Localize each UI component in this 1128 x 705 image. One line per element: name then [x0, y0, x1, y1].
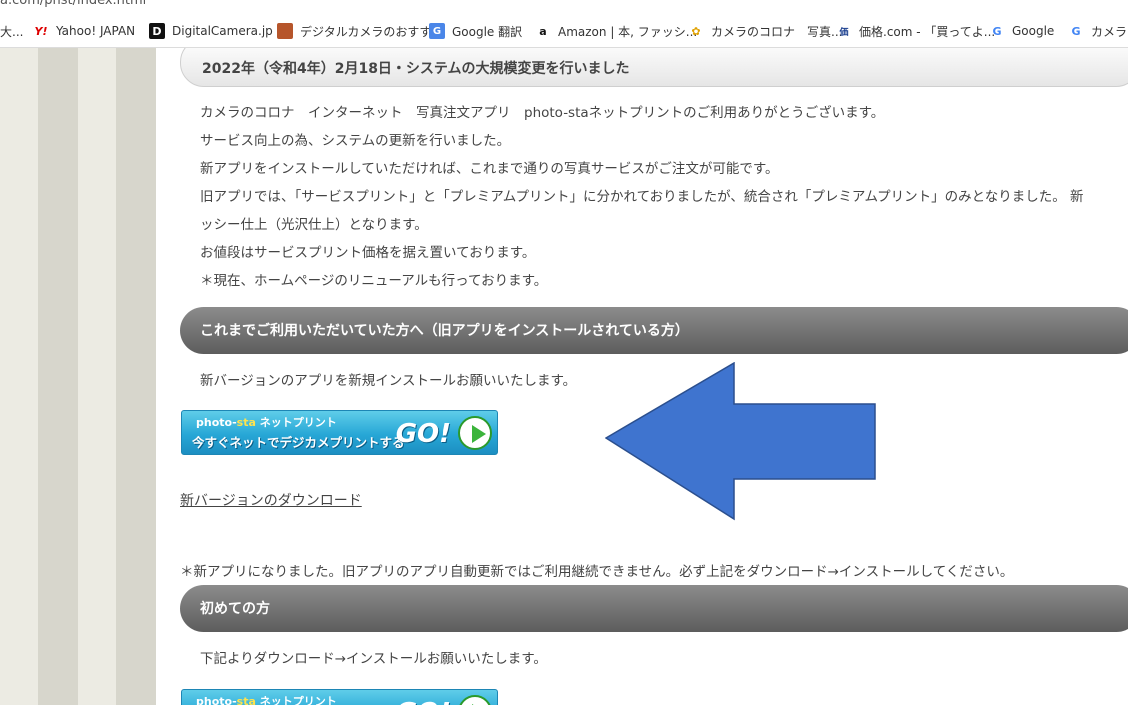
left-arrow-annotation-icon: [605, 362, 876, 521]
section-heading-update: 2022年（令和4年）2月18日・システムの大規模変更を行いました: [180, 48, 1128, 87]
intro-line: カメラのコロナ インターネット 写真注文アプリ photo-staネットプリント…: [200, 105, 885, 121]
intro-line: ッシー仕上（光沢仕上）となります。: [200, 217, 428, 233]
bookmark-camera-corona[interactable]: ✿ カメラのコロナ 写真...: [688, 22, 842, 40]
bookmark-label: DigitalCamera.jp: [172, 24, 273, 38]
bookmark-google-translate[interactable]: G Google 翻訳: [429, 22, 522, 40]
heading-text: これまでご利用いただいていた方へ（旧アプリをインストールされている方）: [200, 323, 689, 339]
bookmark-label: カメラの: [1091, 24, 1128, 39]
bookmark-label: デジタルカメラのおすす...: [300, 24, 443, 39]
intro-line: お値段はサービスプリント価格を据え置いております。: [200, 245, 536, 261]
play-icon: [458, 416, 492, 450]
intro-line: ＊現在、ホームページのリニューアルも行っております。: [200, 273, 548, 289]
bookmark-amazon[interactable]: a Amazon | 本, ファッシ...: [535, 22, 697, 40]
section-heading-existing-users: これまでご利用いただいていた方へ（旧アプリをインストールされている方）: [180, 307, 1128, 354]
google-translate-icon: G: [429, 23, 445, 39]
kakaku-icon: 価: [839, 27, 849, 38]
google-icon: G: [992, 24, 1002, 38]
intro-line: サービス向上の為、システムの更新を行いました。: [200, 133, 511, 149]
section-heading-new-users: 初めての方: [180, 585, 1128, 632]
intro-line: 新アプリをインストールしていただければ、これまで通りの写真サービスがご注文が可能…: [200, 161, 779, 177]
banner-go-text: GO!: [396, 698, 451, 705]
banner-go-text: GO!: [395, 419, 451, 449]
new-version-download-link[interactable]: 新バージョンのダウンロード: [180, 490, 362, 510]
banner-logo: photo-sta ネットプリント: [196, 695, 337, 705]
existing-users-text: 新バージョンのアプリを新規インストールお願いいたします。: [200, 373, 577, 389]
netprint-go-banner-2[interactable]: photo-sta ネットプリント 今すぐネットでデジカメプリントする GO!: [181, 689, 498, 705]
bookmark-label: Google: [1012, 24, 1055, 38]
intro-line: 旧アプリでは、「サービスプリント」と「プレミアムプリント」に分かれておりましたが…: [200, 189, 1084, 205]
bookmark-google[interactable]: G Google: [989, 22, 1054, 40]
bookmarks-bar: 大... Y! Yahoo! JAPAN D DigitalCamera.jp …: [0, 12, 1128, 48]
bookmark-label: 価格.com - 「買ってよ...: [859, 24, 996, 39]
bookmark-folder[interactable]: 大...: [0, 22, 23, 40]
striped-background: [0, 48, 156, 705]
site-icon: [277, 23, 293, 39]
heading-text: 初めての方: [200, 601, 270, 617]
url-text: a.com/pnst/index.html: [0, 0, 147, 8]
google-icon: G: [1071, 24, 1081, 38]
bookmark-label: カメラのコロナ 写真...: [711, 24, 843, 39]
flower-icon: ✿: [691, 24, 701, 38]
bookmark-digicam-osusume[interactable]: デジタルカメラのおすす...: [277, 22, 443, 40]
digitalcamera-icon: D: [149, 23, 165, 39]
bookmark-label: Yahoo! JAPAN: [56, 24, 136, 38]
banner-logo: photo-sta ネットプリント: [196, 416, 337, 429]
play-icon: [458, 695, 492, 705]
bookmark-label: 大...: [0, 24, 24, 39]
notice-text: ＊新アプリになりました。旧アプリのアプリ自動更新ではご利用継続できません。必ず上…: [180, 564, 1014, 580]
bookmark-camera[interactable]: G カメラの: [1068, 22, 1128, 40]
bookmark-kakaku[interactable]: 価 価格.com - 「買ってよ...: [836, 22, 995, 40]
heading-text: 2022年（令和4年）2月18日・システムの大規模変更を行いました: [202, 61, 630, 77]
bookmark-label: Google 翻訳: [452, 24, 523, 39]
banner-subtitle: 今すぐネットでデジカメプリントする: [192, 435, 405, 450]
page: 2022年（令和4年）2月18日・システムの大規模変更を行いました カメラのコロ…: [0, 48, 1128, 705]
bookmark-digitalcamera[interactable]: D DigitalCamera.jp: [149, 22, 273, 40]
netprint-go-banner[interactable]: photo-sta ネットプリント 今すぐネットでデジカメプリントする GO!: [181, 410, 498, 455]
url-bar[interactable]: a.com/pnst/index.html: [0, 0, 1128, 12]
amazon-icon: a: [539, 24, 547, 38]
yahoo-icon: Y!: [34, 24, 48, 38]
bookmark-yahoo[interactable]: Y! Yahoo! JAPAN: [33, 22, 136, 40]
new-users-text: 下記よりダウンロード→インストールお願いいたします。: [200, 651, 547, 667]
bookmark-label: Amazon | 本, ファッシ...: [558, 24, 698, 39]
